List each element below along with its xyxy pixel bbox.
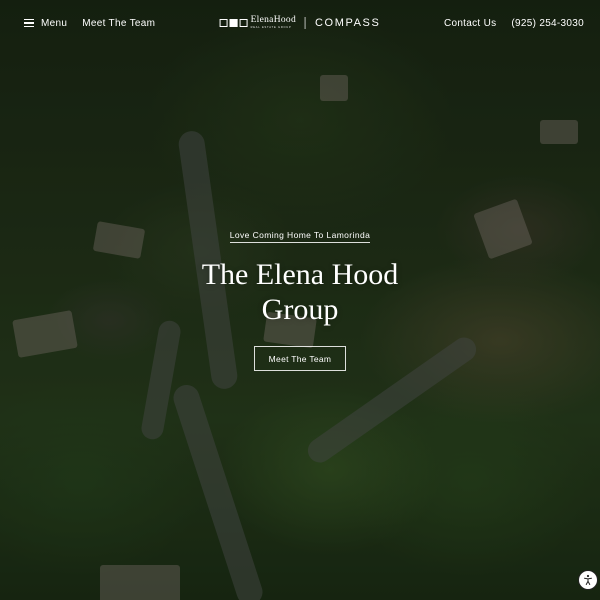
header-left-nav: Menu Meet The Team (24, 18, 155, 29)
phone-link[interactable]: (925) 254-3030 (511, 18, 584, 29)
hamburger-icon (24, 19, 34, 27)
logo-divider (305, 16, 307, 29)
site-header: Menu Meet The Team ElenaHood REAL ESTATE… (0, 0, 600, 46)
header-right-nav: Contact Us (925) 254-3030 (444, 18, 584, 29)
menu-label: Menu (41, 17, 68, 29)
compass-logo: COMPASS (315, 16, 381, 29)
contact-us-link[interactable]: Contact Us (444, 18, 496, 29)
logo-name: ElenaHood (250, 15, 297, 25)
logo-subtitle: REAL ESTATE GROUP (250, 25, 292, 29)
nav-link-meet-the-team[interactable]: Meet The Team (82, 18, 155, 29)
logo-mark-icon (219, 18, 248, 27)
hero-title: The Elena Hood Group (201, 258, 399, 326)
meet-the-team-button[interactable]: Meet The Team (254, 346, 346, 371)
menu-button[interactable]: Menu (24, 18, 67, 29)
accessibility-icon (584, 574, 592, 585)
hero-tagline: Love Coming Home To Lamorinda (229, 230, 371, 243)
accessibility-button[interactable] (578, 570, 598, 590)
logo-area[interactable]: ElenaHood REAL ESTATE GROUP COMPASS (219, 15, 381, 29)
hero-content: Love Coming Home To Lamorinda The Elena … (0, 230, 600, 371)
elena-hood-logo: ElenaHood REAL ESTATE GROUP (219, 15, 297, 29)
